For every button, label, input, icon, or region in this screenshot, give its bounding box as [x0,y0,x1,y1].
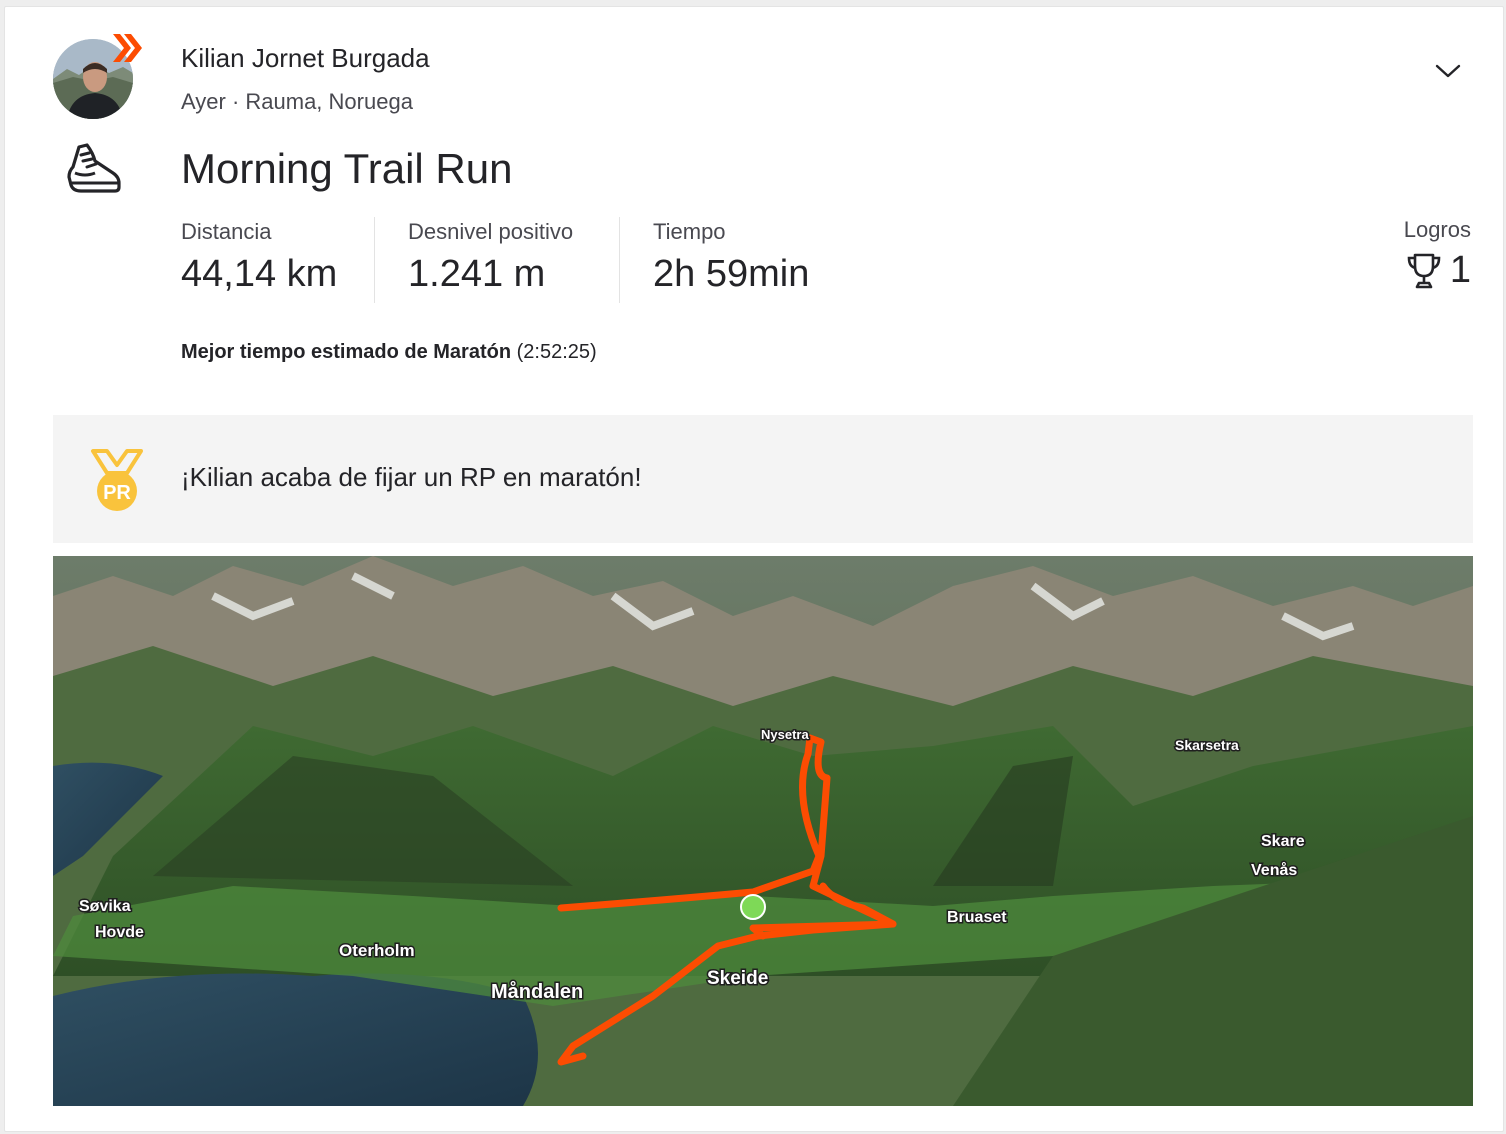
chevron-down-icon[interactable] [1433,61,1463,81]
map-label: Hovde [95,924,144,941]
pr-banner-text: ¡Kilian acaba de fijar un RP en maratón! [181,462,642,492]
stat-divider [619,217,620,303]
start-marker [740,894,766,920]
pr-banner[interactable]: PR ¡Kilian acaba de fijar un RP en marat… [53,415,1473,543]
best-estimate-label: Mejor tiempo estimado de Maratón [181,341,512,363]
map-label: Venås [1251,861,1297,879]
stat-time: Tiempo 2h 59min [653,219,809,303]
pr-medal-icon: PR [91,449,143,511]
stat-elevation: Desnivel positivo 1.241 m [408,219,573,303]
best-estimate-value: (2:52:25) [516,341,597,363]
map-label: Måndalen [491,980,583,1003]
trophy-icon [1407,253,1441,288]
route-map[interactable]: Nysetra Skarsetra Skare Venås Søvika Hov… [53,556,1473,1106]
stat-label: Desnivel positivo [408,219,574,244]
achievements[interactable]: Logros 1 [1404,217,1471,292]
pr-medal-text: PR [103,482,131,504]
map-label: Skeide [707,968,768,989]
stat-value: 1.241 m [408,253,546,295]
map-label: Skarsetra [1175,737,1239,753]
map-canvas: Nysetra Skarsetra Skare Venås Søvika Hov… [53,556,1473,1106]
achievements-label: Logros [1403,217,1471,242]
stat-label: Tiempo [653,219,726,244]
stat-label: Distancia [181,219,272,244]
map-label: Nysetra [761,727,809,742]
stat-distance: Distancia 44,14 km [181,219,337,303]
subscriber-chevrons-icon [113,34,142,62]
athlete-name[interactable]: Kilian Jornet Burgada [181,43,430,74]
running-shoe-icon [67,143,121,193]
activity-date-location: Ayer · Rauma, Noruega [181,89,413,114]
activity-title[interactable]: Morning Trail Run [181,145,512,193]
stat-divider [374,217,375,303]
stat-value: 44,14 km [181,253,338,295]
map-label: Bruaset [947,909,1007,926]
activity-card: Kilian Jornet Burgada Ayer · Rauma, Noru… [4,6,1504,1132]
map-label: Oterholm [339,941,415,960]
best-estimate: Mejor tiempo estimado de Maratón (2:52:2… [181,341,597,364]
achievements-count: 1 [1449,249,1471,291]
fjord-lower [53,973,538,1106]
map-label: Skare [1261,833,1305,850]
map-label: Søvika [79,898,131,915]
stat-value: 2h 59min [653,253,810,295]
